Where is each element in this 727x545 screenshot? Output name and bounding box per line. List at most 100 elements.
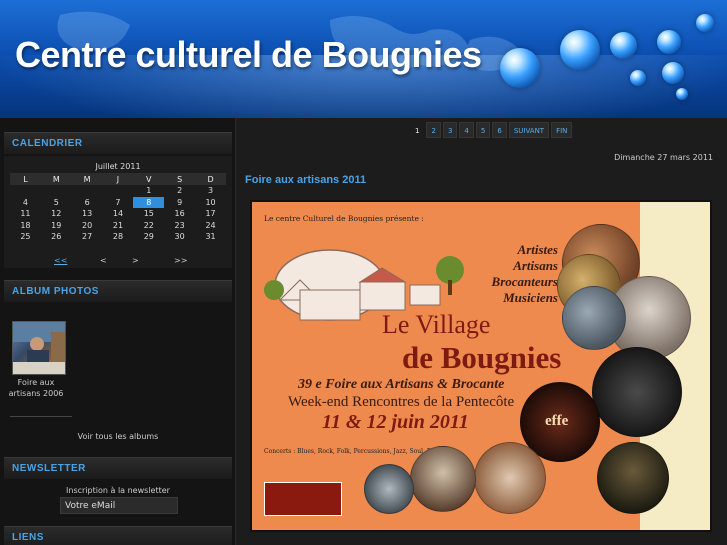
page-last-link[interactable]: FIN [551,122,573,138]
poster-category: Artisans [513,258,558,273]
calendar-day[interactable]: 2 [164,185,195,197]
calendar-title: CALENDRIER [4,132,232,154]
decorative-bubble-icon [696,14,714,32]
poster-category: Musiciens [503,290,558,305]
calendar-day-header: V [133,173,165,185]
event-poster-image: Le centre Culturel de Bougnies présente … [250,200,712,532]
calendar-empty-cell [10,185,41,197]
decorative-bubble-icon [630,70,646,86]
page-link-3[interactable]: 3 [442,122,458,138]
calendar-day[interactable]: 7 [103,197,134,209]
calendar-day[interactable]: 19 [41,220,72,232]
newsletter-title: NEWSLETTER [4,457,232,479]
calendar-day[interactable]: 13 [72,208,103,220]
calendar-next-year-link[interactable]: >> [174,256,187,265]
calendar-day[interactable]: 1 [133,185,164,197]
page-link-2[interactable]: 2 [426,122,441,138]
calendar-day[interactable]: 20 [72,220,103,232]
calendar-day[interactable]: 24 [195,220,226,232]
calendar-empty-cell [72,185,103,197]
calendar-week-row: 18 19 20 21 22 23 24 [10,220,226,232]
poster-category: Brocanteurs [491,274,558,289]
calendar-day[interactable]: 17 [195,208,226,220]
page-link-4[interactable]: 4 [459,122,474,138]
calendar-day[interactable]: 3 [195,185,226,197]
site-title[interactable]: Centre culturel de Bougnies [15,34,482,76]
decorative-bubble-icon [610,32,637,59]
album-caption-link[interactable]: Foire aux artisans 2006 [6,377,66,399]
album-photos-title: ALBUM PHOTOS [4,280,232,302]
calendar-day[interactable]: 31 [195,231,226,243]
calendar-day[interactable]: 14 [103,208,134,220]
calendar-day[interactable]: 26 [41,231,72,243]
album-divider [10,416,72,417]
calendar-day[interactable]: 4 [10,197,41,209]
newsletter-label: Inscription à la newsletter [66,486,170,495]
album-thumbnail[interactable] [12,321,66,375]
calendar-day[interactable]: 6 [72,197,103,209]
page-link-5[interactable]: 5 [475,122,491,138]
poster-edition: 39 e Foire aux Artisans & Brocante [298,377,505,392]
calendar-day[interactable]: 11 [10,208,41,220]
calendar-day[interactable]: 28 [103,231,134,243]
poster-intro: Le centre Culturel de Bougnies présente … [264,214,424,223]
calendar-day[interactable]: 16 [164,208,195,220]
calendar-day[interactable]: 18 [10,220,41,232]
calendar-next-month-link[interactable]: > [132,256,139,265]
calendar-day-header: J [102,173,134,185]
decorative-bubble-icon [560,30,600,70]
calendar-day[interactable]: 22 [133,220,164,232]
calendar-day[interactable]: 8 [133,196,165,208]
calendar-day-header: M [71,173,103,185]
calendar-grid: LMMJVSD 1 2 3 4 5 6 7 8 9 10 11 12 13 14 15 16 17 18 19 20 2… [10,173,226,243]
calendar-month-label: Juillet 2011 [95,162,141,171]
calendar-day-header: M [40,173,72,185]
calendar-day-header: L [10,173,41,185]
article-date: Dimanche 27 mars 2011 [614,153,713,162]
calendar-prev-year-link[interactable]: << [54,256,67,265]
calendar-day[interactable]: 10 [195,197,226,209]
poster-photo-market [562,286,626,350]
newsletter-email-input[interactable] [60,497,178,514]
decorative-bubble-icon [676,88,688,100]
poster-photo-weaver [410,446,476,512]
calendar-prev-month-link[interactable]: < [100,256,107,265]
article-title[interactable]: Foire aux artisans 2011 [245,174,366,186]
calendar-day[interactable]: 29 [133,231,164,243]
poster-categories: Artistes Artisans Brocanteurs Musiciens [478,242,558,306]
poster-category: Artistes [517,242,558,257]
site-header: Centre culturel de Bougnies [0,0,727,118]
calendar-day[interactable]: 23 [164,220,195,232]
album-photo-image [13,322,65,374]
view-all-albums-link[interactable]: Voir tous les albums [0,432,236,441]
poster-photo-musicians [592,347,682,437]
calendar-day[interactable]: 30 [164,231,195,243]
sidebar: CALENDRIER Juillet 2011 LMMJVSD 12345678… [0,118,236,545]
calendar-widget: Juillet 2011 LMMJVSD 1 2 3 4 5 6 7 8 9 10 11 12 13 14… [4,156,232,268]
decorative-bubble-icon [500,48,540,88]
calendar-empty-cell [103,185,134,197]
calendar-day[interactable]: 21 [103,220,134,232]
decorative-bubble-icon [657,30,681,54]
calendar-day[interactable]: 12 [41,208,72,220]
page-link-1[interactable]: 1 [410,122,424,138]
calendar-day[interactable]: 15 [133,208,164,220]
page-next-link[interactable]: SUIVANT [508,122,550,138]
calendar-day-header: S [164,173,196,185]
poster-photo-crafts [364,464,414,514]
calendar-day[interactable]: 25 [10,231,41,243]
links-title: LIENS [4,526,232,545]
poster-info-box [264,482,342,516]
poster-dates: 11 & 12 juin 2011 [322,411,469,433]
page-link-6[interactable]: 6 [492,122,507,138]
calendar-day[interactable]: 9 [164,197,195,209]
poster-title-line2: de Bougnies [402,340,562,375]
calendar-week-row: 25 26 27 28 29 30 31 [10,231,226,243]
calendar-day[interactable]: 5 [41,197,72,209]
calendar-week-row: 4 5 6 7 8 9 10 [10,196,226,209]
poster-photo-text: effe [545,413,569,429]
calendar-day-header: D [195,173,226,185]
poster-photo-ceramics [474,442,546,514]
pagination: 1 2 3 4 5 6 SUIVANT FIN [410,122,573,138]
calendar-day[interactable]: 27 [72,231,103,243]
